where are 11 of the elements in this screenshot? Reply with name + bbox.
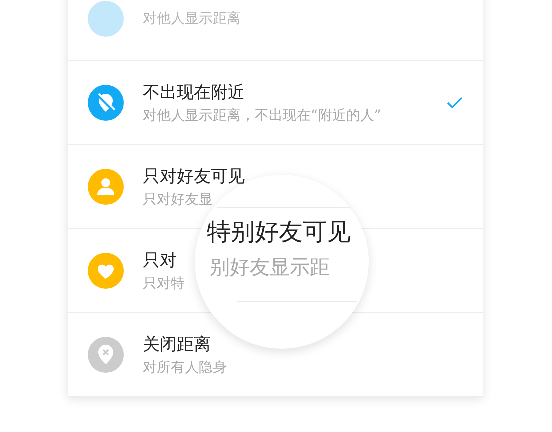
option-description: 对所有人隐身 [143,358,227,376]
option-title: 只对好友可见 [143,166,245,188]
option-description: 对他人显示距离 [143,10,241,28]
option-title: 不出现在附近 [143,82,246,104]
option-title: 关闭距离 [143,334,212,356]
magnified-description: 别好友显示距 [210,254,330,279]
option-title: 只对 [143,250,178,272]
option-description: 只对好友显 [143,190,214,208]
option-description: 只对特 [143,274,185,292]
option-row[interactable]: 不出现在附近 对他人显示距离，不出现在“附近的人” [68,61,483,145]
option-description: 对他人显示距离，不出现在“附近的人” [143,106,382,124]
